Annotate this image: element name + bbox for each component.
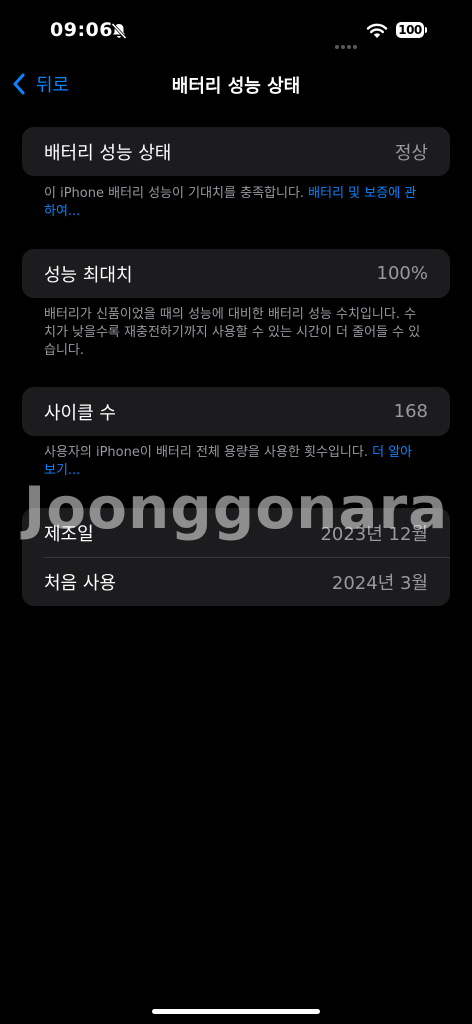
first-use-value: 2024년 3월 <box>331 572 428 594</box>
first-use-row: 처음 사용 2024년 3월 <box>22 557 450 606</box>
first-use-label: 처음 사용 <box>44 572 116 594</box>
status-bar: 09:06 100 <box>0 0 472 62</box>
maximum-capacity-value: 100% <box>376 263 428 284</box>
cycle-count-value: 168 <box>393 401 428 422</box>
maximum-capacity-group: 성능 최대치 100% <box>22 249 450 298</box>
page-title: 배터리 성능 상태 <box>171 76 301 97</box>
cycle-count-row: 사이클 수 168 <box>22 387 450 436</box>
battery-health-group: 배터리 성능 상태 정상 <box>22 127 450 176</box>
manufacture-date-row: 제조일 2023년 12월 <box>22 508 450 557</box>
dates-group: 제조일 2023년 12월 처음 사용 2024년 3월 <box>22 508 450 606</box>
navigation-bar: 뒤로 배터리 성능 상태 <box>0 62 472 106</box>
bell-slash-icon <box>111 22 127 40</box>
wifi-icon <box>366 23 388 38</box>
manufacture-date-label: 제조일 <box>44 523 94 545</box>
status-time: 09:06 <box>50 19 113 41</box>
battery-health-label: 배터리 성능 상태 <box>44 142 172 164</box>
home-indicator[interactable] <box>152 1009 320 1014</box>
cycle-count-footnote-text: 사용자의 iPhone이 배터리 전체 용량을 사용한 횟수입니다. <box>44 445 373 460</box>
maximum-capacity-footnote: 배터리가 신품이었을 때의 성능에 대비한 배터리 성능 수치입니다. 수치가 … <box>44 307 421 358</box>
row-divider <box>44 557 450 558</box>
cycle-count-footnote: 사용자의 iPhone이 배터리 전체 용량을 사용한 횟수입니다. 더 알아보… <box>44 444 424 480</box>
battery-health-footnote: 이 iPhone 배터리 성능이 기대치를 충족합니다. 배터리 및 보증에 관… <box>44 185 424 221</box>
battery-health-footnote-text: 이 iPhone 배터리 성능이 기대치를 충족합니다. <box>44 186 309 201</box>
battery-health-row: 배터리 성능 상태 정상 <box>22 127 450 176</box>
cycle-count-label: 사이클 수 <box>44 402 116 424</box>
battery-health-value: 정상 <box>394 142 428 164</box>
cellular-dots-icon <box>335 34 359 53</box>
cycle-count-group: 사이클 수 168 <box>22 387 450 436</box>
maximum-capacity-label: 성능 최대치 <box>44 264 133 286</box>
battery-level: 100 <box>396 22 424 38</box>
manufacture-date-value: 2023년 12월 <box>320 523 428 545</box>
maximum-capacity-row: 성능 최대치 100% <box>22 249 450 298</box>
battery-icon: 100 <box>396 22 428 38</box>
